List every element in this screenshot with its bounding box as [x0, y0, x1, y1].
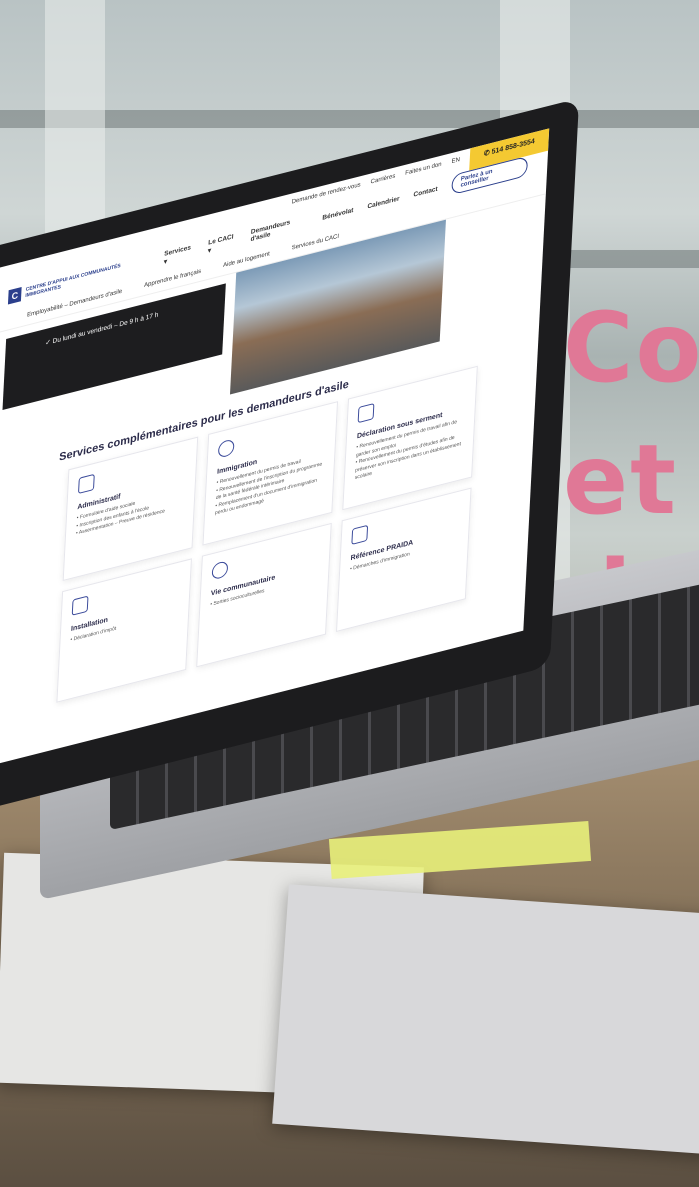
logo-mark: C: [7, 286, 22, 305]
topbar-link[interactable]: Carrières: [370, 173, 395, 185]
globe-icon: [217, 438, 235, 459]
service-card[interactable]: Installation • Déclaration d'impôt: [56, 558, 192, 703]
photo-scene: Co et da Demande de rendez-vous Carrière…: [0, 0, 699, 1187]
service-card[interactable]: Vie communautaire • Sorties socioculture…: [196, 522, 332, 668]
topbar-link[interactable]: EN: [451, 157, 460, 165]
handshake-icon: [351, 524, 369, 545]
nav-item-caci[interactable]: Le CACI ▾: [208, 232, 237, 255]
nav-item-volunteer[interactable]: Bénévolat: [322, 206, 353, 221]
nav-item-contact[interactable]: Contact: [413, 185, 438, 198]
building-icon: [71, 595, 89, 616]
nav-item-calendar[interactable]: Calendrier: [367, 195, 399, 210]
headline-line-2: et: [563, 424, 678, 536]
nav-item-services[interactable]: Services ▾: [164, 243, 195, 266]
service-card[interactable]: Référence PRAIDA • Démarches d'immigrati…: [335, 487, 472, 632]
phone-number: 514 858-3554: [491, 137, 535, 156]
headline-line-1: Co: [563, 292, 699, 404]
document-icon: [77, 473, 95, 495]
signed-document-icon: [357, 402, 375, 424]
community-icon: [211, 560, 229, 581]
paper-stack: [272, 884, 699, 1156]
